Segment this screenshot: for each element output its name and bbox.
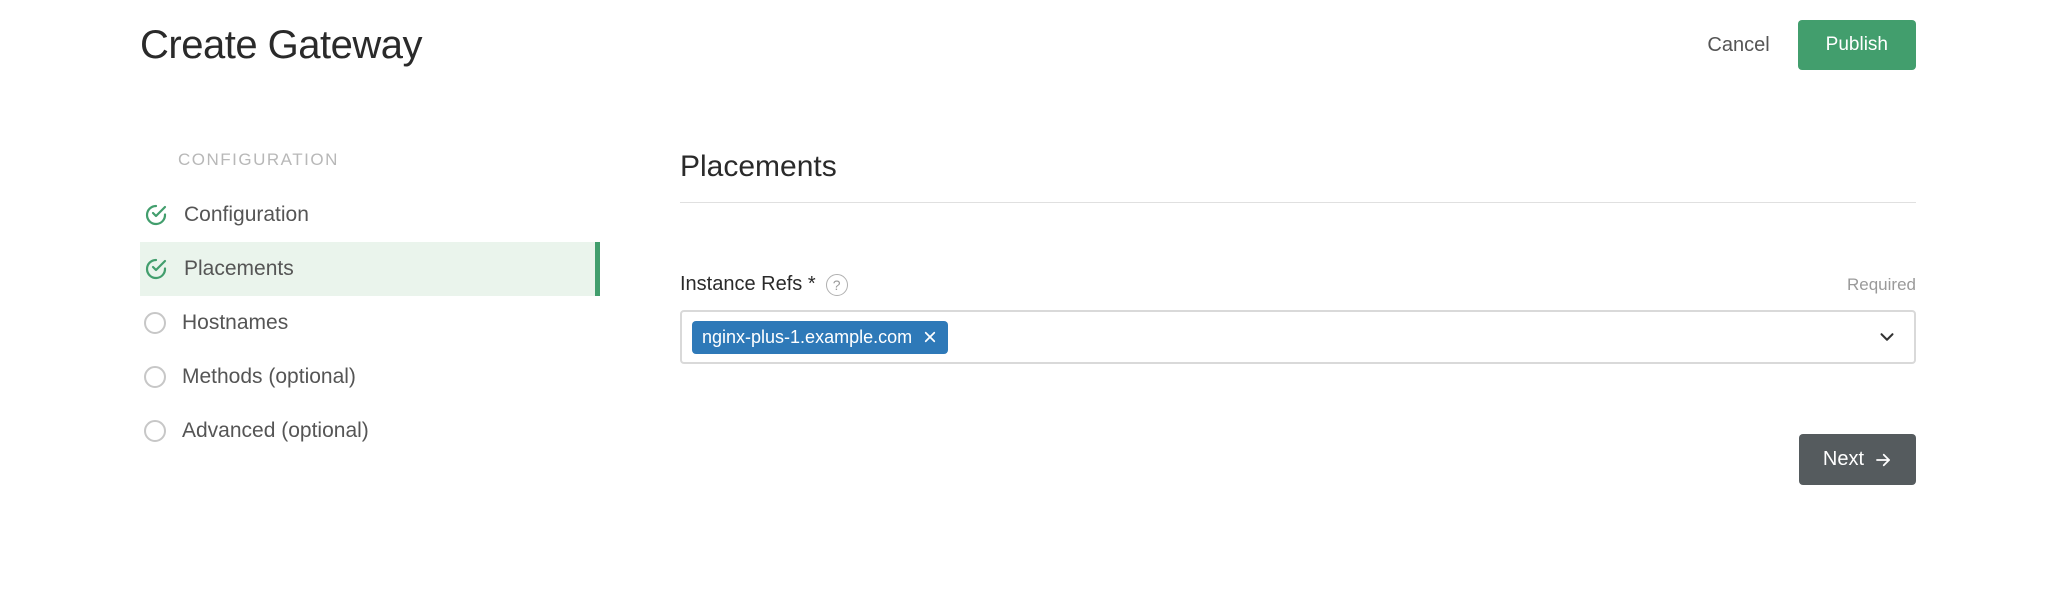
step-hostnames[interactable]: Hostnames (140, 296, 600, 350)
help-icon[interactable]: ? (826, 274, 848, 296)
step-advanced[interactable]: Advanced (optional) (140, 404, 600, 458)
step-methods[interactable]: Methods (optional) (140, 350, 600, 404)
step-label: Advanced (optional) (182, 419, 369, 443)
steps-sidebar: CONFIGURATION Configuration Placements H… (140, 150, 600, 485)
next-button[interactable]: Next (1799, 434, 1916, 485)
footer-actions: Next (680, 434, 1916, 485)
main-panel: Placements Instance Refs * ? Required ng… (680, 150, 1916, 485)
field-label-wrap: Instance Refs * ? (680, 273, 848, 296)
page-header: Create Gateway Cancel Publish (140, 20, 1916, 70)
next-label: Next (1823, 448, 1864, 471)
cancel-button[interactable]: Cancel (1707, 34, 1769, 57)
step-label: Hostnames (182, 311, 288, 335)
sidebar-heading: CONFIGURATION (140, 150, 600, 188)
section-title: Placements (680, 150, 1916, 203)
empty-circle-icon (144, 420, 166, 442)
empty-circle-icon (144, 312, 166, 334)
field-header-row: Instance Refs * ? Required (680, 273, 1916, 296)
step-label: Placements (184, 257, 294, 281)
instance-refs-select[interactable]: nginx-plus-1.example.com (680, 310, 1916, 364)
content-area: CONFIGURATION Configuration Placements H… (140, 150, 1916, 485)
selected-chip: nginx-plus-1.example.com (692, 321, 948, 354)
step-placements[interactable]: Placements (140, 242, 600, 296)
empty-circle-icon (144, 366, 166, 388)
field-label: Instance Refs * (680, 273, 816, 296)
header-actions: Cancel Publish (1707, 20, 1916, 70)
publish-button[interactable]: Publish (1798, 20, 1916, 70)
chip-remove-icon[interactable] (922, 329, 938, 345)
check-circle-icon (144, 257, 168, 281)
chip-label: nginx-plus-1.example.com (702, 327, 912, 348)
arrow-right-icon (1874, 451, 1892, 469)
chevron-down-icon[interactable] (1876, 326, 1898, 348)
step-label: Methods (optional) (182, 365, 356, 389)
step-configuration[interactable]: Configuration (140, 188, 600, 242)
check-circle-icon (144, 203, 168, 227)
step-label: Configuration (184, 203, 309, 227)
page-title: Create Gateway (140, 23, 422, 68)
required-indicator: Required (1847, 275, 1916, 295)
